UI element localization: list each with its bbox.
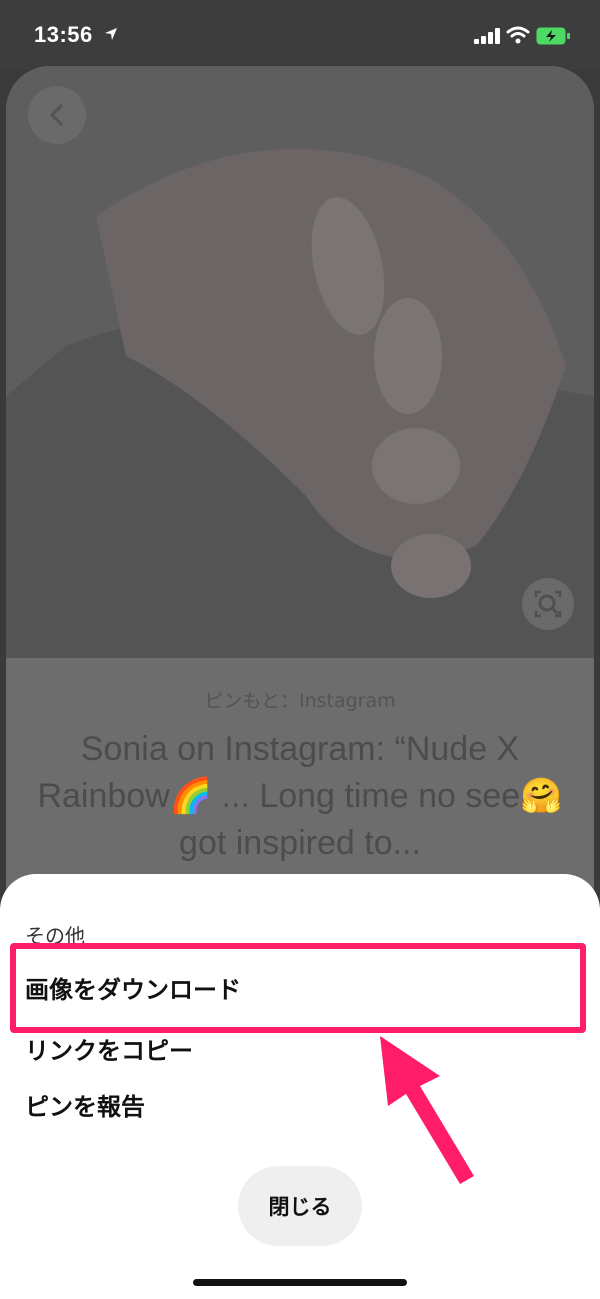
close-button[interactable]: 閉じる	[238, 1166, 362, 1246]
report-pin-item[interactable]: ピンを報告	[25, 1087, 145, 1122]
back-chevron-icon	[50, 104, 63, 126]
visual-search-icon	[534, 590, 562, 618]
pin-image	[6, 66, 594, 658]
back-button[interactable]	[28, 86, 86, 144]
signal-icon	[474, 28, 500, 44]
status-bar: 13:56	[0, 0, 600, 70]
highlight-box	[10, 943, 586, 1033]
wifi-icon	[506, 26, 530, 44]
annotation-arrow-icon	[380, 1036, 474, 1184]
visual-search-button[interactable]	[522, 578, 574, 630]
pin-card: ピンもと：Instagram Sonia on Instagram: “Nude…	[6, 66, 594, 966]
status-time: 13:56	[34, 22, 93, 47]
battery-charging-icon	[536, 27, 570, 45]
copy-link-item[interactable]: リンクをコピー	[25, 1031, 193, 1066]
pin-title: Sonia on Instagram: “Nude X Rainbow🌈 ...…	[37, 730, 563, 862]
location-arrow-icon	[105, 28, 117, 40]
home-indicator	[193, 1279, 407, 1286]
pin-source: ピンもと：Instagram	[204, 690, 396, 712]
close-button-label: 閉じる	[268, 1195, 332, 1219]
action-sheet: その他 画像をダウンロード リンクをコピー ピンを報告 閉じる	[0, 874, 600, 1299]
